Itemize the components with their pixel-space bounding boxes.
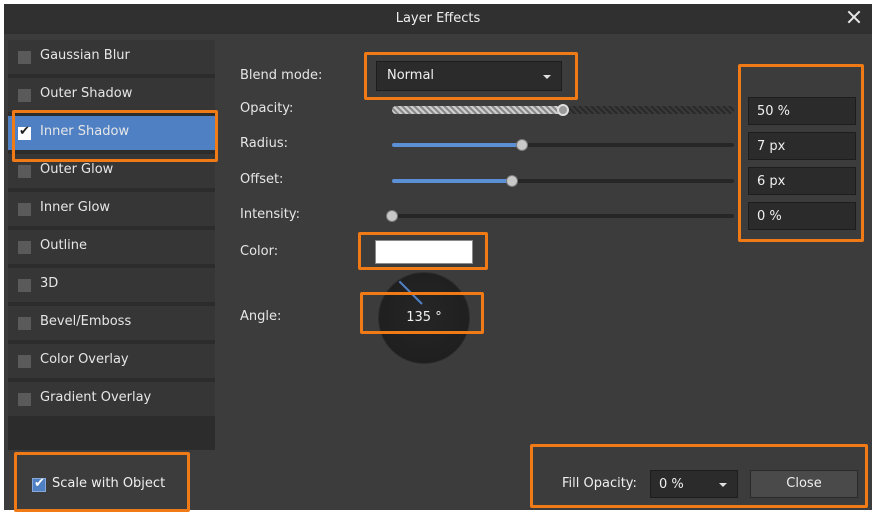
close-icon[interactable] bbox=[844, 8, 864, 28]
offset-input[interactable]: 6 px bbox=[748, 167, 856, 195]
opacity-value: 50 % bbox=[757, 104, 791, 119]
fill-opacity-value: 0 % bbox=[659, 477, 684, 492]
effect-checkbox[interactable] bbox=[18, 317, 31, 330]
opacity-slider-track bbox=[563, 106, 734, 114]
intensity-input[interactable]: 0 % bbox=[748, 202, 856, 230]
angle-dial[interactable]: 135 ° bbox=[378, 272, 470, 364]
effect-checkbox[interactable] bbox=[18, 279, 31, 292]
effect-label: Inner Glow bbox=[40, 200, 111, 215]
effect-label: Outline bbox=[40, 238, 88, 253]
opacity-label: Opacity: bbox=[240, 101, 294, 116]
effect-label: Color Overlay bbox=[40, 352, 129, 367]
offset-slider-handle[interactable] bbox=[506, 175, 518, 187]
effect-checkbox[interactable] bbox=[18, 89, 31, 102]
offset-label: Offset: bbox=[240, 172, 284, 187]
close-button-label: Close bbox=[786, 476, 822, 491]
intensity-value: 0 % bbox=[757, 209, 782, 224]
radius-label: Radius: bbox=[240, 136, 288, 151]
angle-dial-needle bbox=[398, 280, 423, 305]
effect-checkbox[interactable] bbox=[18, 203, 31, 216]
offset-value: 6 px bbox=[757, 174, 786, 189]
dialog-title: Layer Effects bbox=[395, 11, 481, 26]
effect-label: 3D bbox=[40, 276, 59, 291]
scale-with-object-checkbox[interactable]: ✔ bbox=[32, 476, 46, 492]
check-icon: ✔ bbox=[34, 476, 45, 491]
opacity-slider-handle[interactable] bbox=[557, 104, 569, 116]
effect-item-bevel-emboss[interactable]: Bevel/Emboss bbox=[8, 306, 215, 340]
check-icon: ✔ bbox=[19, 124, 30, 139]
fill-opacity-label: Fill Opacity: bbox=[562, 476, 637, 491]
effect-label: Outer Shadow bbox=[40, 86, 133, 101]
scale-with-object-label[interactable]: Scale with Object bbox=[52, 476, 165, 491]
effect-checkbox[interactable] bbox=[18, 165, 31, 178]
title-bar: Layer Effects bbox=[4, 4, 872, 34]
angle-value: 135 ° bbox=[406, 310, 442, 325]
effect-item-gaussian-blur[interactable]: Gaussian Blur bbox=[8, 40, 215, 74]
radius-slider-handle[interactable] bbox=[516, 139, 528, 151]
offset-slider[interactable] bbox=[392, 175, 734, 187]
effect-item-inner-shadow[interactable]: ✔ Inner Shadow bbox=[8, 116, 215, 150]
effects-list: Gaussian Blur Outer Shadow ✔ Inner Shado… bbox=[8, 40, 215, 450]
chevron-down-icon bbox=[719, 483, 727, 487]
intensity-slider[interactable] bbox=[386, 210, 734, 222]
effect-item-color-overlay[interactable]: Color Overlay bbox=[8, 344, 215, 378]
radius-slider-fill bbox=[392, 143, 522, 147]
effect-item-inner-glow[interactable]: Inner Glow bbox=[8, 192, 215, 226]
radius-value: 7 px bbox=[757, 139, 786, 154]
chevron-down-icon bbox=[543, 75, 551, 79]
angle-label: Angle: bbox=[240, 309, 282, 324]
close-button[interactable]: Close bbox=[750, 470, 858, 498]
effect-checkbox[interactable] bbox=[18, 241, 31, 254]
effect-label: Bevel/Emboss bbox=[40, 314, 132, 329]
opacity-slider-fill bbox=[392, 106, 563, 114]
effect-checkbox[interactable] bbox=[18, 51, 31, 64]
effect-item-outer-glow[interactable]: Outer Glow bbox=[8, 154, 215, 188]
color-label: Color: bbox=[240, 244, 279, 259]
color-swatch[interactable] bbox=[375, 240, 473, 264]
offset-slider-fill bbox=[392, 179, 512, 183]
effect-item-gradient-overlay[interactable]: Gradient Overlay bbox=[8, 382, 215, 416]
effect-label: Gaussian Blur bbox=[40, 48, 130, 63]
effect-checkbox[interactable] bbox=[18, 355, 31, 368]
effect-item-outline[interactable]: Outline bbox=[8, 230, 215, 264]
layer-effects-dialog: Layer Effects Gaussian Blur Outer Shadow… bbox=[4, 4, 872, 510]
effect-label: Inner Shadow bbox=[40, 124, 130, 139]
effect-checkbox[interactable] bbox=[18, 393, 31, 406]
effect-item-3d[interactable]: 3D bbox=[8, 268, 215, 302]
opacity-input[interactable]: 50 % bbox=[748, 97, 856, 125]
effect-label: Outer Glow bbox=[40, 162, 114, 177]
blend-mode-select[interactable]: Normal bbox=[376, 61, 562, 91]
blend-mode-value: Normal bbox=[387, 68, 435, 83]
effect-checkbox[interactable]: ✔ bbox=[18, 124, 31, 140]
intensity-slider-handle[interactable] bbox=[386, 210, 398, 222]
radius-input[interactable]: 7 px bbox=[748, 132, 856, 160]
blend-mode-label: Blend mode: bbox=[240, 68, 323, 83]
intensity-label: Intensity: bbox=[240, 207, 301, 222]
radius-slider[interactable] bbox=[392, 139, 734, 151]
opacity-slider[interactable] bbox=[392, 104, 734, 116]
effect-item-outer-shadow[interactable]: Outer Shadow bbox=[8, 78, 215, 112]
fill-opacity-select[interactable]: 0 % bbox=[650, 470, 738, 498]
effect-label: Gradient Overlay bbox=[40, 390, 152, 405]
